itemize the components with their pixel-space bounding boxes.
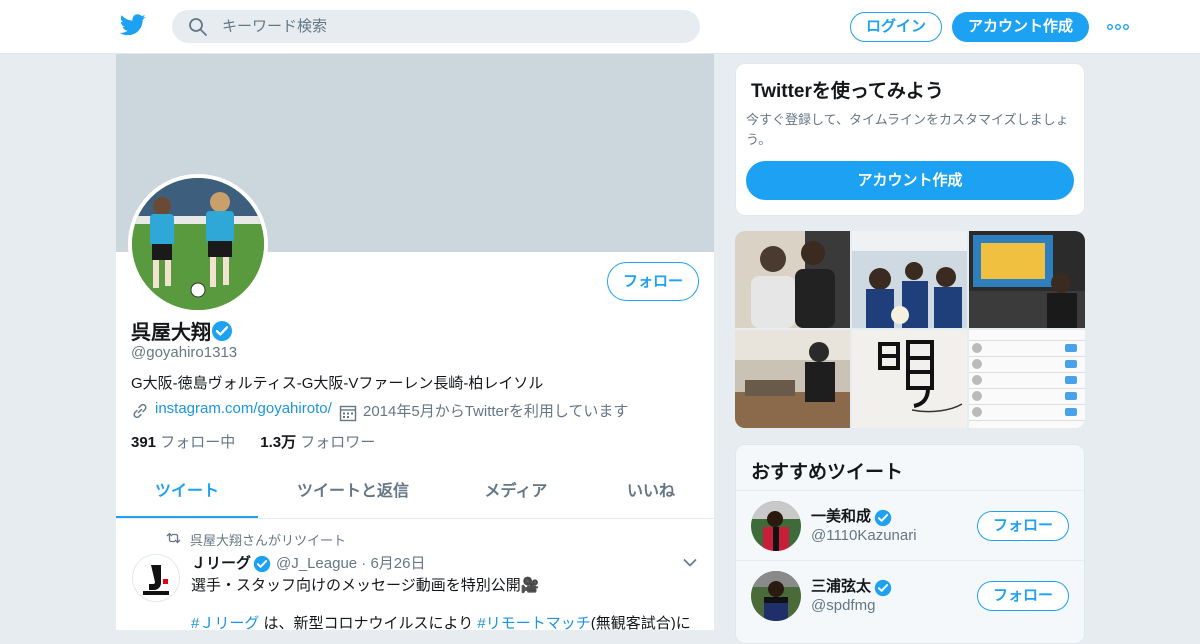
recommended-user-handle[interactable]: @spdfmg [811, 597, 875, 614]
follow-button[interactable]: フォロー [607, 262, 699, 301]
chevron-down-icon[interactable] [683, 558, 697, 567]
profile-joined-date: 2014年5月からTwitterを利用しています [363, 403, 629, 420]
tweet-item[interactable]: 呉屋大翔さんがリツイート Ｊリーグ @J_League · 6月26日 選手・ス… [116, 520, 714, 630]
profile-tabs: ツイート ツイートと返信 メディア いいね [116, 470, 714, 519]
following-stat[interactable]: 391 フォロー中 [131, 434, 235, 451]
signup-card: Twitterを使ってみよう 今すぐ登録して、タイムラインをカスタマイズしましょ… [735, 63, 1085, 216]
search-input[interactable] [222, 10, 682, 43]
tweet-date[interactable]: 6月26日 [370, 555, 425, 572]
media-thumbnail[interactable] [969, 330, 1085, 428]
verified-badge-icon [874, 579, 892, 597]
tab-likes[interactable]: いいね [591, 470, 711, 518]
tab-tweets-and-replies[interactable]: ツイートと返信 [268, 470, 438, 518]
recommended-user-handle[interactable]: @1110Kazunari [811, 527, 917, 544]
media-thumbnail[interactable] [969, 231, 1085, 328]
profile-column: フォロー 呉屋大翔 @goyahiro1313 G大阪-徳島ヴォルティス-G大阪… [116, 54, 714, 630]
tab-media[interactable]: メディア [456, 470, 576, 518]
search-icon [189, 18, 207, 36]
more-options-icon[interactable] [1107, 24, 1129, 30]
tweet-text: 選手・スタッフ向けのメッセージ動画を特別公開🎥 [191, 577, 540, 594]
followers-stat[interactable]: 1.3万 フォロワー [260, 434, 375, 451]
link-icon [133, 403, 147, 419]
media-grid [735, 231, 1085, 428]
tweet-author-handle[interactable]: @J_League · 6月26日 [276, 552, 426, 573]
avatar[interactable] [751, 571, 801, 621]
profile-website-link[interactable]: instagram.com/goyahiroto/ [155, 400, 332, 417]
profile-bio: G大阪-徳島ヴォルティス-G大阪-Vファーレン長崎-柏レイソル [131, 375, 544, 392]
verified-badge-icon [874, 509, 892, 527]
hashtag-link[interactable]: #Ｊリーグ [191, 615, 259, 630]
avatar[interactable] [751, 501, 801, 551]
profile-stats: 391 フォロー中 1.3万 フォロワー [131, 431, 375, 452]
media-thumbnail[interactable] [735, 330, 850, 428]
profile-avatar[interactable] [128, 174, 268, 314]
media-thumbnail[interactable] [852, 330, 967, 428]
login-button[interactable]: ログイン [850, 12, 942, 42]
recommended-user-name[interactable]: 三浦弦太 [811, 575, 871, 596]
media-thumbnail[interactable] [735, 231, 850, 328]
recommended-title: おすすめツイート [751, 462, 904, 483]
avatar-photo [132, 178, 264, 310]
calendar-icon [339, 405, 357, 422]
verified-badge-icon [253, 555, 271, 573]
top-navigation-bar: ログイン アカウント作成 [0, 0, 1200, 54]
tweet-author-name[interactable]: Ｊリーグ [191, 552, 251, 573]
jleague-logo-icon [133, 555, 179, 601]
tab-tweets[interactable]: ツイート [116, 470, 258, 518]
signup-card-description: 今すぐ登録して、タイムラインをカスタマイズしましょう。 [746, 112, 1069, 147]
tweet-author-avatar[interactable] [132, 554, 180, 602]
recommended-card: おすすめツイート 一美和成 @1110Kazunari フォロー 三浦弦太 @s… [735, 444, 1085, 644]
twitter-bird-icon[interactable] [120, 14, 146, 36]
signup-card-button[interactable]: アカウント作成 [746, 161, 1074, 200]
signup-card-title: Twitterを使ってみよう [751, 81, 944, 102]
tweet-text-continued: #Ｊリーグ は、新型コロナウイルスにより #リモートマッチ(無観客試合)に [191, 615, 691, 630]
recommended-user-name[interactable]: 一美和成 [811, 505, 871, 526]
recommended-user[interactable]: 一美和成 @1110Kazunari フォロー [736, 490, 1084, 560]
retweet-context: 呉屋大翔さんがリツイート [190, 533, 347, 548]
signup-button[interactable]: アカウント作成 [952, 12, 1089, 42]
follow-button[interactable]: フォロー [977, 511, 1069, 541]
media-thumbnail[interactable] [852, 231, 967, 328]
profile-name: 呉屋大翔 [131, 322, 211, 344]
retweet-icon [166, 532, 181, 544]
search-box[interactable] [172, 10, 700, 43]
recommended-user[interactable]: 三浦弦太 @spdfmg フォロー [736, 560, 1084, 630]
hashtag-link[interactable]: #リモートマッチ [477, 615, 590, 630]
verified-badge-icon [212, 321, 232, 341]
follow-button[interactable]: フォロー [977, 581, 1069, 611]
profile-handle: @goyahiro1313 [131, 344, 238, 361]
